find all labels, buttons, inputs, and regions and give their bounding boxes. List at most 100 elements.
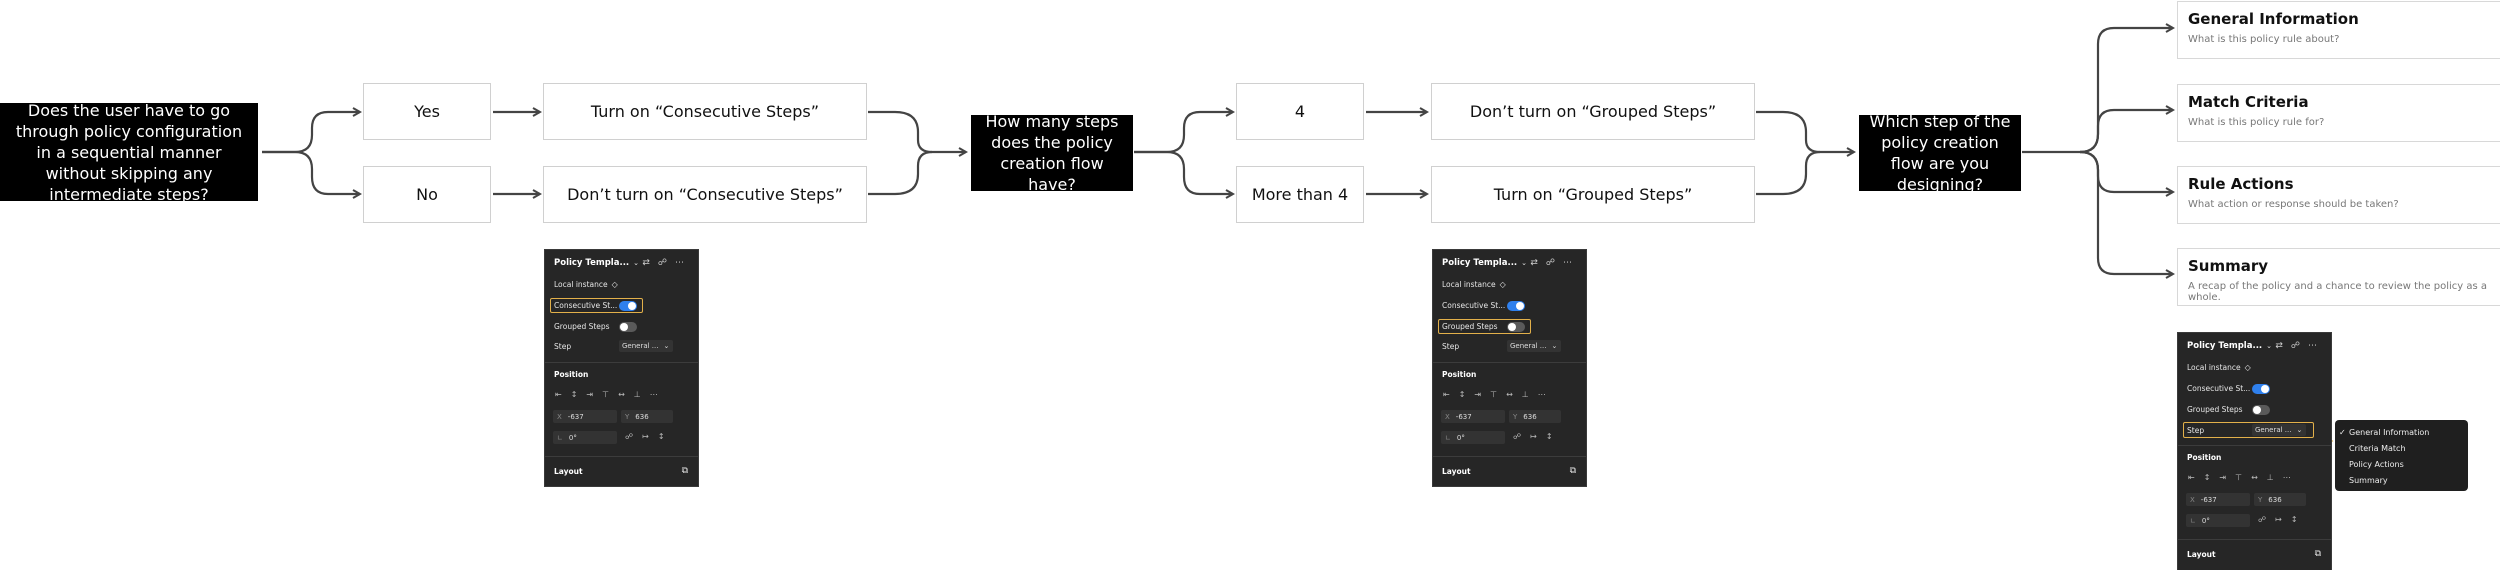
position-heading: Position [1442, 369, 1477, 379]
grouped-steps-label: Grouped Steps [2187, 404, 2243, 414]
detach-icon[interactable]: ☍ [658, 258, 667, 268]
align-center-icon[interactable]: ↕ [2204, 473, 2211, 482]
alignment-controls[interactable]: ⇤ ↕ ⇥ ⊤ ↔ ⊥ ⋯ [2188, 473, 2291, 482]
properties-panel-step: Policy Templa... ⌄ ⇄ ☍ ⋯ Local instance ◇ … [2177, 332, 2332, 570]
y-position-field[interactable]: Y 636 [2254, 493, 2306, 506]
dropdown-option-general-information[interactable]: ✓ General Information [2335, 425, 2468, 441]
grouped-steps-label: Grouped Steps [554, 321, 610, 331]
chevron-down-icon: ⌄ [663, 342, 670, 350]
component-instance-icon: ◇ [2244, 362, 2251, 372]
rotation-value: 0° [2201, 516, 2210, 525]
expand-icon[interactable]: ⧉ [1570, 466, 1576, 476]
align-middle-icon[interactable]: ↔ [2251, 473, 2258, 482]
align-center-icon[interactable]: ↕ [571, 390, 578, 399]
align-right-icon[interactable]: ⇥ [2219, 473, 2226, 482]
flip-horizontal-icon[interactable]: ↦ [2275, 515, 2282, 524]
grouped-steps-toggle[interactable] [2252, 405, 2270, 415]
step-card-general-information: General Information What is this policy … [2177, 1, 2500, 59]
card-subtitle: What is this policy rule about? [2188, 34, 2340, 45]
rotation-value: 0° [568, 433, 577, 442]
y-label: Y [1513, 412, 1518, 421]
align-middle-icon[interactable]: ↔ [1506, 390, 1513, 399]
transform-controls[interactable]: ☍ ↦ ↕ [625, 432, 665, 441]
flip-vertical-icon[interactable]: ↕ [2291, 515, 2298, 524]
x-value: -637 [567, 412, 584, 421]
more-icon[interactable]: ⋯ [2308, 341, 2317, 351]
card-title: General Information [2188, 10, 2359, 28]
align-bottom-icon[interactable]: ⊥ [1522, 390, 1529, 399]
more-icon[interactable]: ⋯ [675, 258, 684, 268]
alignment-controls[interactable]: ⇤ ↕ ⇥ ⊤ ↔ ⊥ ⋯ [555, 390, 658, 399]
more-icon[interactable]: ⋯ [1563, 258, 1572, 268]
rotation-icon: ∟ [2190, 516, 2196, 525]
rotation-field[interactable]: ∟ 0° [2186, 514, 2250, 527]
flip-horizontal-icon[interactable]: ↦ [1530, 432, 1537, 441]
transform-controls[interactable]: ☍ ↦ ↕ [2258, 515, 2298, 524]
align-center-icon[interactable]: ↕ [1459, 390, 1466, 399]
align-right-icon[interactable]: ⇥ [1474, 390, 1481, 399]
x-label: X [1445, 412, 1450, 421]
align-top-icon[interactable]: ⊤ [2235, 473, 2242, 482]
swap-icon[interactable]: ⇄ [642, 258, 650, 268]
align-right-icon[interactable]: ⇥ [586, 390, 593, 399]
swap-icon[interactable]: ⇄ [1530, 258, 1538, 268]
grouped-steps-toggle[interactable] [619, 322, 637, 332]
constrain-icon[interactable]: ☍ [2258, 515, 2266, 524]
dropdown-option-policy-actions[interactable]: Policy Actions [2335, 457, 2468, 473]
divider [1433, 456, 1586, 457]
card-title: Match Criteria [2188, 93, 2309, 111]
expand-icon[interactable]: ⧉ [2315, 549, 2321, 559]
align-top-icon[interactable]: ⊤ [1490, 390, 1497, 399]
component-instance-icon: ◇ [1499, 279, 1506, 289]
dropdown-option-criteria-match[interactable]: Criteria Match [2335, 441, 2468, 457]
chevron-down-icon: ⌄ [2296, 426, 2303, 434]
question-which-step: Which step of the policy creation flow a… [1859, 112, 2021, 194]
y-position-field[interactable]: Y 636 [1509, 410, 1561, 423]
align-bottom-icon[interactable]: ⊥ [634, 390, 641, 399]
option-label: Policy Actions [2349, 460, 2404, 469]
card-subtitle: What is this policy rule for? [2188, 117, 2325, 128]
answer-no: No [363, 166, 491, 223]
x-position-field[interactable]: X -637 [2186, 493, 2250, 506]
align-middle-icon[interactable]: ↔ [618, 390, 625, 399]
step-select[interactable]: General ... ⌄ [1507, 340, 1561, 352]
flip-horizontal-icon[interactable]: ↦ [642, 432, 649, 441]
dropdown-option-summary[interactable]: Summary [2335, 473, 2468, 489]
chevron-down-icon[interactable]: ⌄ [633, 259, 639, 267]
step-select[interactable]: General ... ⌄ [2252, 424, 2306, 436]
align-top-icon[interactable]: ⊤ [602, 390, 609, 399]
y-position-field[interactable]: Y 636 [621, 410, 673, 423]
swap-icon[interactable]: ⇄ [2275, 341, 2283, 351]
constrain-icon[interactable]: ☍ [1513, 432, 1521, 441]
consecutive-steps-toggle[interactable] [2252, 384, 2270, 394]
layout-heading: Layout [1442, 466, 1471, 476]
more-icon[interactable]: ⋯ [2283, 473, 2291, 482]
x-position-field[interactable]: X -637 [1441, 410, 1505, 423]
x-position-field[interactable]: X -637 [553, 410, 617, 423]
consecutive-steps-toggle[interactable] [619, 301, 637, 311]
align-left-icon[interactable]: ⇤ [2188, 473, 2195, 482]
expand-icon[interactable]: ⧉ [682, 466, 688, 476]
more-icon[interactable]: ⋯ [650, 390, 658, 399]
consecutive-steps-toggle[interactable] [1507, 301, 1525, 311]
more-icon[interactable]: ⋯ [1538, 390, 1546, 399]
step-select[interactable]: General ... ⌄ [619, 340, 673, 352]
chevron-down-icon[interactable]: ⌄ [2266, 342, 2272, 350]
rotation-field[interactable]: ∟ 0° [553, 431, 617, 444]
align-left-icon[interactable]: ⇤ [555, 390, 562, 399]
chevron-down-icon[interactable]: ⌄ [1521, 259, 1527, 267]
align-left-icon[interactable]: ⇤ [1443, 390, 1450, 399]
x-label: X [2190, 495, 2195, 504]
constrain-icon[interactable]: ☍ [625, 432, 633, 441]
flip-vertical-icon[interactable]: ↕ [1546, 432, 1553, 441]
align-bottom-icon[interactable]: ⊥ [2267, 473, 2274, 482]
detach-icon[interactable]: ☍ [2291, 341, 2300, 351]
alignment-controls[interactable]: ⇤ ↕ ⇥ ⊤ ↔ ⊥ ⋯ [1443, 390, 1546, 399]
rotation-field[interactable]: ∟ 0° [1441, 431, 1505, 444]
position-heading: Position [554, 369, 589, 379]
grouped-steps-toggle[interactable] [1507, 322, 1525, 332]
rotation-icon: ∟ [557, 433, 563, 442]
flip-vertical-icon[interactable]: ↕ [658, 432, 665, 441]
detach-icon[interactable]: ☍ [1546, 258, 1555, 268]
transform-controls[interactable]: ☍ ↦ ↕ [1513, 432, 1553, 441]
